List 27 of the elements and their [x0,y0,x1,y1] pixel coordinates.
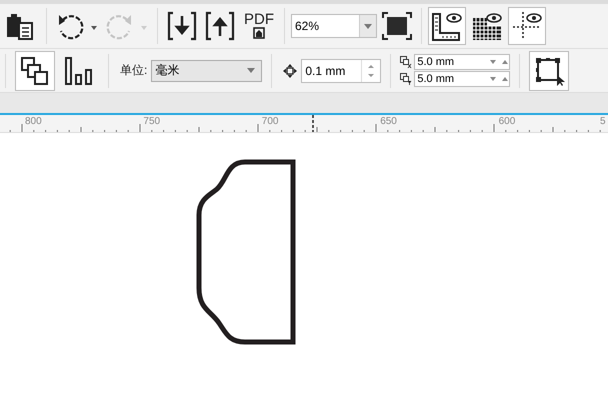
duplicate-x-field[interactable]: 5.0 mm [414,54,510,70]
guidelines-toggle[interactable] [508,7,546,45]
duplicate-x-icon [400,56,412,68]
cursor-position-marker [312,115,314,132]
ruler-label: 750 [143,116,160,127]
nudge-distance-field[interactable]: 0.1 mm [301,58,382,82]
units-label: 单位: [120,62,148,79]
units-dropdown[interactable]: 毫米 [151,60,262,82]
duplicate-y-icon [400,73,412,85]
spinner-arrows-icon[interactable] [489,76,510,82]
overlapping-squares-toggle[interactable] [15,50,55,90]
dropdown-arrow-icon [247,68,256,73]
duplicate-y-field[interactable]: 5.0 mm [414,71,510,87]
publish-pdf-button[interactable]: PDF [240,7,278,45]
house-icon [253,27,265,39]
ruler-label: 800 [25,116,42,127]
rulers-toggle[interactable] [428,7,466,45]
dropdown-arrow-icon [364,24,372,28]
move-arrows-icon [283,64,298,78]
ruler-label: 650 [380,116,397,127]
spinner-arrows-icon[interactable] [368,64,374,78]
ruler-label: 700 [262,116,278,127]
spinner-arrows-icon[interactable] [489,59,510,65]
selection-frame-button[interactable] [529,50,570,90]
ruler-label: 5 [600,116,606,127]
zoom-dropdown[interactable]: 62% [291,14,377,38]
ruler-label: 600 [498,116,516,127]
